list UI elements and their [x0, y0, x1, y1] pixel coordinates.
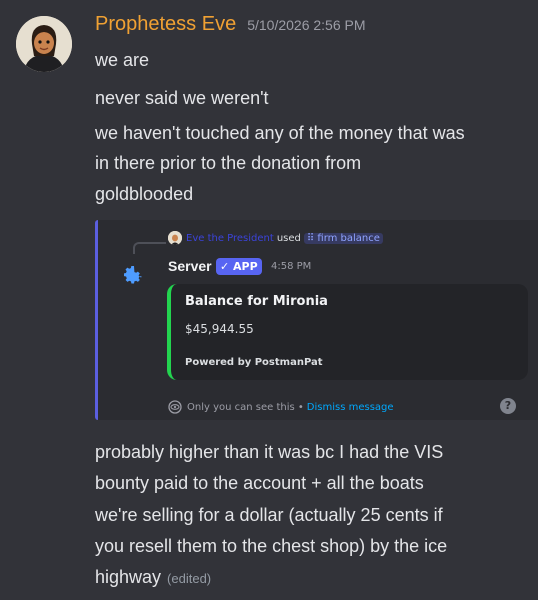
message-header: Prophetess Eve 5/10/2026 2:56 PM [95, 13, 366, 43]
reply-username[interactable]: Eve the President [186, 233, 274, 244]
message-line: we're selling for a dollar (actually 25 … [95, 505, 443, 525]
message-line: probably higher than it was bc I had the… [95, 442, 444, 462]
reply-used-text: used [276, 232, 301, 244]
author-name[interactable]: Prophetess Eve [95, 13, 236, 36]
reply-avatar[interactable] [168, 231, 182, 245]
edited-label: (edited) [167, 571, 212, 586]
command-name: firm balance [317, 232, 380, 244]
message-line: in there prior to the donation from [95, 153, 362, 173]
message-text: highway [95, 567, 162, 587]
card-title: Balance for Mironia [185, 294, 328, 309]
message-line: you resell them to the chest shop) by th… [95, 536, 448, 556]
app-badge: ✓ APP [216, 258, 262, 275]
eye-icon [168, 400, 182, 414]
bot-name[interactable]: Server [168, 258, 212, 274]
message-line: goldblooded [95, 184, 194, 204]
message-line: never said we weren't [95, 88, 269, 108]
bot-timestamp: 4:58 PM [271, 261, 312, 272]
author-avatar[interactable] [16, 16, 72, 72]
message-line: we are [95, 50, 150, 70]
message-line-last: highway (edited) [95, 562, 211, 594]
message-timestamp: 5/10/2026 2:56 PM [247, 17, 366, 33]
bot-response-embed: Eve the President used ⠿ firm balance Se… [95, 220, 538, 420]
dismiss-message-link[interactable]: Dismiss message [307, 402, 394, 413]
ephemeral-text: Only you can see this • [187, 401, 304, 413]
gear-icon[interactable] [120, 264, 144, 288]
command-grid-icon: ⠿ [306, 232, 318, 244]
help-icon[interactable]: ? [500, 398, 516, 414]
card-amount: $45,944.55 [185, 322, 254, 336]
message-line: bounty paid to the account + all the boa… [95, 473, 424, 493]
reply-connector [133, 242, 166, 254]
slash-command-chip[interactable]: ⠿ firm balance [303, 232, 383, 244]
message-line: we haven't touched any of the money that… [95, 123, 465, 143]
balance-card: Balance for Mironia $45,944.55 Powered b… [167, 284, 528, 380]
ephemeral-notice: Only you can see this • Dismiss message [168, 400, 394, 414]
card-footer: Powered by PostmanPat [185, 357, 323, 368]
command-reply-row[interactable]: Eve the President used ⠿ firm balance [168, 231, 383, 245]
